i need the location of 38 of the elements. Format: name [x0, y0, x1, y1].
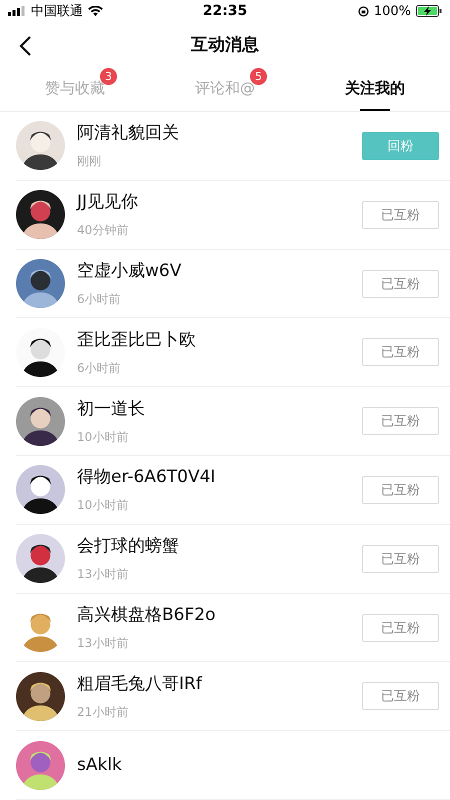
- tab[interactable]: 关注我的: [300, 66, 450, 112]
- mutual-follow-button[interactable]: 已互粉: [362, 476, 439, 504]
- mutual-follow-button[interactable]: 已互粉: [362, 338, 439, 366]
- user-name: JJ见见你: [77, 191, 140, 214]
- follow-time: 13小时前: [77, 566, 130, 584]
- user-name: 空虚小威w6V: [77, 260, 182, 282]
- mutual-follow-button[interactable]: 已互粉: [362, 200, 439, 229]
- clock-time: 22:35: [202, 3, 248, 20]
- mutual-follow-button[interactable]: 已互粉: [362, 682, 439, 710]
- follow-time: 10小时前: [77, 497, 130, 514]
- follow-time: 40分钟前: [77, 222, 130, 240]
- follow-time: 6小时前: [77, 360, 122, 377]
- mutual-follow-button[interactable]: 已互粉: [362, 407, 439, 436]
- user-name: 阿清礼貌回关: [77, 122, 180, 144]
- user-name: 得物er-6A6T0V4I: [77, 466, 216, 488]
- mutual-follow-button[interactable]: 已互粉: [362, 270, 439, 298]
- user-name: 会打球的螃蟹: [77, 535, 180, 558]
- mutual-follow-button[interactable]: 已互粉: [362, 614, 439, 642]
- user-name: 粗眉毛兔八哥IRf: [77, 672, 204, 695]
- follow-time: 刚刚: [77, 153, 102, 170]
- follow-time: 13小时前: [77, 635, 130, 652]
- wifi-icon: [88, 6, 103, 17]
- user-name: 高兴棋盘格B6F2o: [77, 604, 216, 626]
- signal-icon: [8, 6, 26, 16]
- user-name: 初一道长: [77, 398, 146, 420]
- page-title: 互动消息: [191, 34, 259, 56]
- battery-charging-icon: [416, 5, 442, 18]
- mutual-follow-button[interactable]: 已互粉: [362, 544, 439, 573]
- carrier-name: 中国联通: [31, 3, 83, 20]
- rotation-lock-icon: [358, 6, 369, 17]
- user-name: 歪比歪比巴卜欧: [77, 328, 197, 351]
- follow-back-button[interactable]: 回粉: [362, 132, 439, 160]
- user-name: sAklk: [77, 755, 123, 776]
- follow-time: 6小时前: [77, 291, 122, 308]
- follow-time: 10小时前: [77, 428, 130, 446]
- battery-percent: 100%: [374, 4, 412, 19]
- follow-time: 21小时前: [77, 704, 130, 721]
- count-badge: 5: [250, 68, 267, 85]
